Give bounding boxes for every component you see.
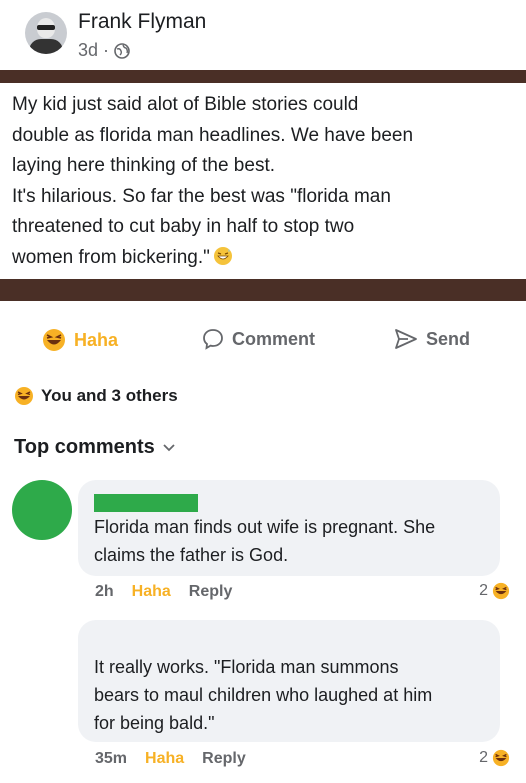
comment-text: Florida man finds out wife is pregnant. … — [94, 513, 486, 569]
post-line: It's hilarious. So far the best was "flo… — [12, 185, 391, 207]
globe-icon — [114, 42, 130, 59]
reaction-count: 2 — [479, 749, 488, 766]
send-button[interactable]: Send — [394, 328, 470, 350]
post-meta: 3d · — [78, 40, 130, 61]
post-line: laying here thinking of the best. — [12, 155, 276, 176]
meta-separator: · — [103, 40, 110, 60]
comment-bubble: It really works. "Florida man summons be… — [78, 620, 500, 742]
commenter-avatar[interactable] — [12, 480, 72, 540]
post-line-last: women from bickering." — [12, 243, 512, 274]
image-bottom-band — [0, 279, 526, 301]
comment-bubble: Florida man finds out wife is pregnant. … — [78, 480, 500, 576]
post-header: Frank Flyman 3d · — [0, 0, 526, 70]
author-avatar[interactable] — [25, 12, 67, 54]
comment-meta: 35m Haha Reply — [95, 750, 246, 768]
author-name[interactable]: Frank Flyman — [78, 10, 206, 34]
commenter-avatar[interactable] — [12, 620, 72, 680]
comment-sort-dropdown[interactable]: Top comments — [14, 436, 175, 459]
comment-line: bears to maul children who laughed at hi… — [94, 685, 433, 705]
comment-reaction-count[interactable]: 2 — [479, 582, 510, 600]
redacted-commenter-name — [94, 494, 198, 512]
avatar-shirt — [29, 39, 63, 54]
comment-line: claims the father is God. — [94, 545, 289, 565]
comment-reply-button[interactable]: Reply — [189, 583, 233, 601]
comment-haha-button[interactable]: Haha — [145, 750, 184, 768]
haha-label: Haha — [74, 329, 119, 350]
avatar-glasses — [37, 25, 55, 30]
reactions-text: You and 3 others — [41, 386, 178, 405]
comment-button[interactable]: Comment — [202, 328, 526, 350]
comment-line: It really works. "Florida man summons — [94, 657, 399, 677]
post-time[interactable]: 3d — [78, 40, 98, 61]
haha-emoji-icon — [43, 329, 65, 351]
send-label: Send — [426, 328, 471, 349]
comment-reaction-count[interactable]: 2 — [479, 749, 510, 767]
comment-reply-button[interactable]: Reply — [202, 750, 246, 768]
redacted-commenter-name — [94, 634, 198, 652]
post-body: My kid just said alot of Bible stories c… — [12, 90, 512, 273]
post-line: threatened to cut baby in half to stop t… — [12, 216, 355, 237]
comment-item: Florida man finds out wife is pregnant. … — [0, 480, 526, 610]
comment-line: for being bald." — [94, 713, 215, 733]
comment-time[interactable]: 2h — [95, 583, 114, 601]
comment-text: It really works. "Florida man summons be… — [94, 653, 486, 737]
haha-reaction-icon — [492, 582, 510, 600]
comment-sort-label: Top comments — [14, 436, 155, 458]
comment-bubble-icon — [203, 329, 223, 350]
haha-reaction-icon — [492, 749, 510, 767]
post-line: double as florida man headlines. We have… — [12, 124, 414, 146]
post-line: My kid just said alot of Bible stories c… — [12, 94, 359, 115]
reaction-count: 2 — [479, 582, 488, 599]
image-top-band — [0, 70, 526, 83]
send-arrow-icon — [395, 329, 417, 349]
reactions-summary[interactable]: You and 3 others — [14, 386, 178, 406]
post-action-bar: Haha Comment Send — [0, 328, 526, 362]
comment-meta: 2h Haha Reply — [95, 583, 232, 601]
comment-line: Florida man finds out wife is pregnant. … — [94, 517, 436, 537]
comment-time[interactable]: 35m — [95, 750, 127, 768]
chevron-down-icon — [163, 443, 175, 451]
haha-reaction-icon — [15, 387, 33, 405]
grin-sweat-emoji-icon — [213, 246, 232, 265]
comment-haha-button[interactable]: Haha — [132, 583, 171, 601]
comment-item: It really works. "Florida man summons be… — [0, 620, 526, 780]
haha-button[interactable]: Haha — [42, 328, 118, 352]
comment-label: Comment — [232, 328, 316, 349]
post-line: women from bickering." — [12, 246, 210, 268]
